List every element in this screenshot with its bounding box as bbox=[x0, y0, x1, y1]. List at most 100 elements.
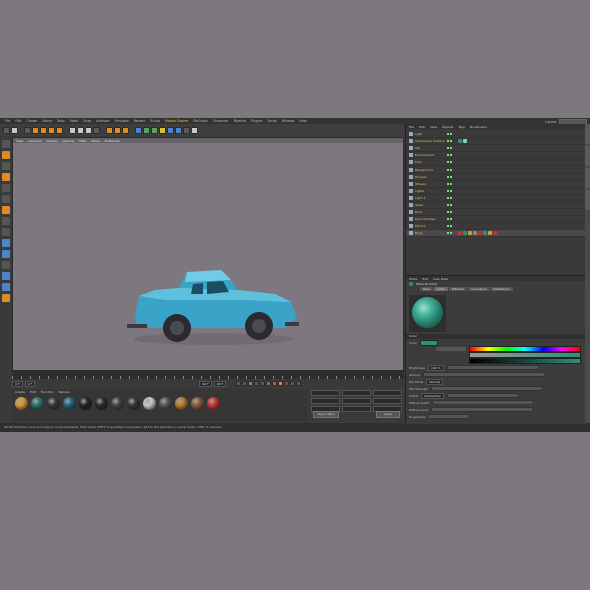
menu-item-render[interactable]: Render bbox=[134, 119, 145, 123]
y-axis-icon[interactable] bbox=[77, 126, 84, 134]
viewport-menu-display[interactable]: Display bbox=[46, 139, 57, 143]
go-to-start-icon[interactable] bbox=[236, 381, 242, 386]
visibility-flags[interactable] bbox=[447, 168, 455, 171]
viewport-menu-panel[interactable]: Panel bbox=[92, 139, 100, 143]
live-selection-icon[interactable] bbox=[24, 126, 31, 134]
model-dropdown[interactable]: Lambertian bbox=[421, 392, 445, 399]
dock-tab-content-browser[interactable] bbox=[585, 146, 590, 166]
object-row[interactable]: Floor bbox=[406, 159, 586, 167]
object-row[interactable]: Mirrors bbox=[406, 223, 586, 231]
material-preview[interactable] bbox=[409, 295, 446, 332]
visibility-flags[interactable] bbox=[447, 189, 455, 192]
visibility-flags[interactable] bbox=[447, 175, 455, 178]
menu-item-script[interactable]: Script bbox=[268, 119, 277, 123]
color-swatch[interactable] bbox=[419, 339, 438, 346]
object-name[interactable]: Body bbox=[415, 231, 447, 235]
menu-item-motion-tracker[interactable]: Motion Tracker bbox=[165, 119, 188, 123]
render-settings-icon[interactable] bbox=[122, 126, 129, 134]
position-x-field[interactable] bbox=[311, 390, 340, 396]
material-swatch[interactable] bbox=[191, 397, 204, 410]
menu-item-plugins[interactable]: Plugins bbox=[251, 119, 262, 123]
om-menu-view[interactable]: View bbox=[430, 125, 437, 129]
array-icon[interactable] bbox=[159, 126, 166, 134]
tab-reflectance[interactable]: Reflectance bbox=[490, 287, 513, 291]
rotation-key-icon[interactable] bbox=[296, 381, 302, 386]
diffuse-level-slider[interactable] bbox=[431, 407, 534, 412]
om-menu-edit[interactable]: Edit bbox=[419, 125, 425, 129]
recent-tools-icon[interactable] bbox=[56, 126, 63, 134]
go-to-end-icon[interactable] bbox=[260, 381, 266, 386]
object-row[interactable]: Background bbox=[406, 166, 586, 174]
material-menu-create[interactable]: Create bbox=[15, 390, 25, 394]
visibility-flags[interactable] bbox=[447, 182, 455, 185]
coordinate-mode-dropdown[interactable]: Object (Rel) bbox=[313, 411, 339, 418]
object-name[interactable]: Background bbox=[415, 168, 447, 172]
start-frame-field[interactable]: 0 F bbox=[12, 380, 23, 387]
object-name[interactable]: Sky bbox=[415, 146, 447, 150]
planar-workplane-icon[interactable] bbox=[1, 261, 10, 269]
visibility-flags[interactable] bbox=[447, 140, 455, 143]
visibility-flags[interactable] bbox=[447, 133, 455, 136]
menu-item-edit[interactable]: Edit bbox=[15, 119, 21, 123]
brightness-slider[interactable] bbox=[446, 365, 539, 370]
edges-mode-icon[interactable] bbox=[1, 195, 10, 203]
object-name[interactable]: Bumper bbox=[415, 175, 447, 179]
current-frame-field[interactable]: 0 F bbox=[24, 380, 36, 387]
object-row[interactable]: Bumper bbox=[406, 174, 586, 181]
perspective-viewport[interactable]: View Cameras Display Options Filter Pane… bbox=[12, 137, 406, 371]
tab-color[interactable]: Color bbox=[434, 287, 448, 291]
object-name[interactable]: Light.1 bbox=[415, 196, 447, 200]
object-name[interactable]: Subdivision Surface bbox=[415, 139, 447, 143]
size-z-field[interactable] bbox=[342, 406, 371, 412]
car-model[interactable] bbox=[125, 260, 305, 350]
tab-basic[interactable]: Basic bbox=[420, 287, 434, 291]
menu-item-select[interactable]: Select bbox=[42, 119, 52, 123]
object-name[interactable]: Mirrors bbox=[415, 224, 447, 228]
preview-end-field[interactable]: 90 F bbox=[213, 380, 227, 387]
menu-item-animate[interactable]: Animate bbox=[96, 119, 109, 123]
menu-item-mograph[interactable]: MoGraph bbox=[193, 119, 207, 123]
object-row[interactable]: Light bbox=[406, 131, 586, 139]
cube-icon[interactable] bbox=[135, 126, 142, 134]
scale-key-icon[interactable] bbox=[290, 381, 296, 386]
visibility-flags[interactable] bbox=[447, 232, 455, 235]
menu-item-create[interactable]: Create bbox=[27, 119, 38, 123]
object-name[interactable]: Wheels bbox=[415, 182, 447, 186]
render-view-icon[interactable] bbox=[106, 126, 113, 134]
floor-icon[interactable] bbox=[175, 126, 182, 134]
diffuse-falloff-slider[interactable] bbox=[432, 400, 535, 405]
rotation-p-field[interactable] bbox=[373, 398, 402, 404]
object-name[interactable]: Lights bbox=[415, 189, 447, 193]
viewport-menu-options[interactable]: Options bbox=[63, 139, 75, 143]
object-row[interactable]: Body bbox=[406, 230, 586, 238]
model-mode-icon[interactable] bbox=[1, 151, 10, 159]
material-swatch[interactable] bbox=[47, 397, 60, 410]
solo-hierarchy-icon[interactable] bbox=[1, 283, 10, 291]
deformer-icon[interactable] bbox=[167, 126, 174, 134]
material-swatch[interactable] bbox=[95, 397, 108, 410]
viewport-menu-filter[interactable]: Filter bbox=[79, 139, 86, 143]
size-y-field[interactable] bbox=[342, 398, 371, 404]
object-name[interactable]: Light bbox=[415, 132, 447, 136]
z-axis-icon[interactable] bbox=[85, 126, 92, 134]
visibility-flags[interactable] bbox=[447, 203, 455, 206]
light-icon[interactable] bbox=[191, 126, 198, 134]
object-name[interactable]: Door Handles bbox=[415, 217, 447, 221]
visibility-flags[interactable] bbox=[447, 211, 455, 214]
object-row[interactable]: Sky bbox=[406, 145, 586, 153]
redo-icon[interactable] bbox=[11, 126, 18, 134]
roughness-slider[interactable] bbox=[428, 414, 471, 419]
render-picture-viewer-icon[interactable] bbox=[114, 126, 121, 134]
material-menu-edit[interactable]: Edit bbox=[30, 390, 36, 394]
keyframe-selection-icon[interactable] bbox=[278, 381, 284, 386]
rotation-h-field[interactable] bbox=[373, 390, 402, 396]
mix-strength-slider[interactable] bbox=[431, 386, 544, 391]
object-row[interactable]: Body bbox=[406, 209, 586, 217]
brightness-field[interactable]: 100 % bbox=[427, 364, 444, 371]
menu-item-mesh[interactable]: Mesh bbox=[70, 119, 78, 123]
object-row[interactable]: Glass bbox=[406, 202, 586, 210]
play-icon[interactable] bbox=[248, 381, 254, 386]
value-slider[interactable] bbox=[469, 357, 581, 364]
subdivision-icon[interactable] bbox=[151, 126, 158, 134]
object-name[interactable]: Body bbox=[415, 210, 447, 214]
